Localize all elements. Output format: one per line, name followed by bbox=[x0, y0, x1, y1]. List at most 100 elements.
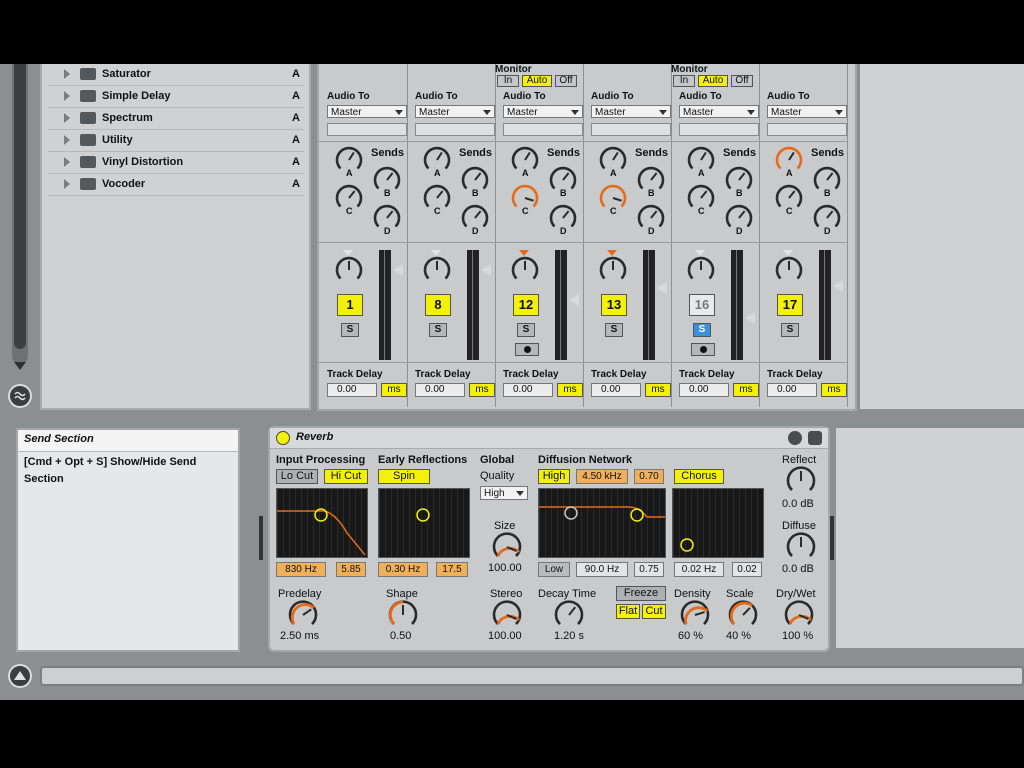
volume-slider-handle[interactable] bbox=[745, 312, 755, 324]
track-delay-unit-toggle[interactable]: ms bbox=[733, 383, 759, 397]
solo-button[interactable]: S bbox=[781, 323, 799, 337]
pan-knob[interactable] bbox=[599, 256, 627, 284]
expand-triangle-icon[interactable] bbox=[64, 179, 70, 189]
track-activator-button[interactable]: 12 bbox=[513, 294, 539, 316]
audio-to-select[interactable]: Master bbox=[415, 105, 495, 118]
monitor-in-button[interactable]: In bbox=[673, 75, 695, 87]
track-delay-input[interactable]: 0.00 bbox=[415, 383, 465, 397]
diffuse-knob[interactable] bbox=[786, 532, 816, 562]
track-delay-input[interactable]: 0.00 bbox=[327, 383, 377, 397]
solo-button[interactable]: S bbox=[517, 323, 535, 337]
browser-toggle-icon[interactable] bbox=[8, 384, 32, 408]
audio-to-channel-select[interactable] bbox=[503, 123, 583, 136]
chorus-freq-value[interactable]: 0.02 Hz bbox=[674, 562, 724, 577]
input-q-value[interactable]: 5.85 bbox=[336, 562, 366, 577]
audio-to-channel-select[interactable] bbox=[327, 123, 407, 136]
dn-high-freq-value[interactable]: 4.50 kHz bbox=[576, 469, 628, 484]
track-delay-unit-toggle[interactable]: ms bbox=[469, 383, 495, 397]
audio-to-select[interactable]: Master bbox=[327, 105, 407, 118]
dn-low-amount-value[interactable]: 0.75 bbox=[634, 562, 664, 577]
solo-button[interactable]: S bbox=[605, 323, 623, 337]
monitor-in-button[interactable]: In bbox=[497, 75, 519, 87]
volume-slider-handle[interactable] bbox=[569, 294, 579, 306]
device-chain-right-handle[interactable] bbox=[830, 516, 834, 560]
track-delay-unit-toggle[interactable]: ms bbox=[557, 383, 583, 397]
scale-knob[interactable] bbox=[728, 600, 758, 630]
expand-triangle-icon[interactable] bbox=[64, 91, 70, 101]
audio-to-select[interactable]: Master bbox=[679, 105, 759, 118]
arm-record-icon[interactable] bbox=[691, 343, 715, 356]
pan-knob[interactable] bbox=[335, 256, 363, 284]
flat-button[interactable]: Flat bbox=[616, 604, 640, 619]
size-knob[interactable] bbox=[492, 532, 522, 562]
list-item[interactable]: Vinyl Distortion A bbox=[48, 153, 304, 174]
dn-high-button[interactable]: High bbox=[538, 469, 570, 484]
audio-to-channel-select[interactable] bbox=[767, 123, 847, 136]
chorus-amount-value[interactable]: 0.02 bbox=[732, 562, 762, 577]
arm-record-icon[interactable] bbox=[515, 343, 539, 356]
pan-knob[interactable] bbox=[687, 256, 715, 284]
device-chain-left-handle[interactable] bbox=[259, 516, 263, 560]
audio-to-select[interactable]: Master bbox=[767, 105, 847, 118]
pan-knob[interactable] bbox=[511, 256, 539, 284]
er-freq-value[interactable]: 0.30 Hz bbox=[378, 562, 428, 577]
density-knob[interactable] bbox=[680, 600, 710, 630]
track-activator-button[interactable]: 1 bbox=[337, 294, 363, 316]
track-delay-input[interactable]: 0.00 bbox=[767, 383, 817, 397]
browser-scroll-thumb[interactable] bbox=[14, 64, 26, 349]
detail-view-toggle-icon[interactable] bbox=[8, 664, 32, 688]
lo-cut-button[interactable]: Lo Cut bbox=[276, 469, 318, 484]
scroll-down-arrow-icon[interactable] bbox=[14, 362, 26, 370]
solo-button[interactable]: S bbox=[341, 323, 359, 337]
dn-low-freq-value[interactable]: 90.0 Hz bbox=[576, 562, 628, 577]
solo-button[interactable]: S bbox=[693, 323, 711, 337]
track-delay-unit-toggle[interactable]: ms bbox=[821, 383, 847, 397]
dry-wet-knob[interactable] bbox=[784, 600, 814, 630]
dn-low-button[interactable]: Low bbox=[538, 562, 570, 577]
monitor-off-button[interactable]: Off bbox=[731, 75, 753, 87]
pan-knob[interactable] bbox=[775, 256, 803, 284]
er-amount-value[interactable]: 17.5 bbox=[436, 562, 468, 577]
decay-time-knob[interactable] bbox=[554, 600, 584, 630]
save-preset-icon[interactable] bbox=[808, 431, 822, 445]
volume-slider-handle[interactable] bbox=[833, 280, 843, 292]
track-delay-input[interactable]: 0.00 bbox=[591, 383, 641, 397]
monitor-auto-button[interactable]: Auto bbox=[698, 75, 728, 87]
expand-triangle-icon[interactable] bbox=[64, 157, 70, 167]
track-activator-button[interactable]: 8 bbox=[425, 294, 451, 316]
list-item[interactable]: Simple Delay A bbox=[48, 87, 304, 108]
early-reflections-graph[interactable] bbox=[378, 488, 470, 558]
volume-slider-handle[interactable] bbox=[657, 282, 667, 294]
input-filter-graph[interactable] bbox=[276, 488, 368, 558]
hi-cut-button[interactable]: Hi Cut bbox=[324, 469, 368, 484]
dn-high-amount-value[interactable]: 0.70 bbox=[634, 469, 664, 484]
track-activator-button[interactable]: 16 bbox=[689, 294, 715, 316]
hot-swap-icon[interactable] bbox=[788, 431, 802, 445]
track-delay-unit-toggle[interactable]: ms bbox=[645, 383, 671, 397]
chorus-graph[interactable] bbox=[672, 488, 764, 558]
audio-to-channel-select[interactable] bbox=[415, 123, 495, 136]
monitor-off-button[interactable]: Off bbox=[555, 75, 577, 87]
pan-knob[interactable] bbox=[423, 256, 451, 284]
expand-triangle-icon[interactable] bbox=[64, 135, 70, 145]
monitor-auto-button[interactable]: Auto bbox=[522, 75, 552, 87]
list-item[interactable]: Utility A bbox=[48, 131, 304, 152]
track-delay-input[interactable]: 0.00 bbox=[679, 383, 729, 397]
track-delay-unit-toggle[interactable]: ms bbox=[381, 383, 407, 397]
track-delay-input[interactable]: 0.00 bbox=[503, 383, 553, 397]
expand-triangle-icon[interactable] bbox=[64, 113, 70, 123]
solo-button[interactable]: S bbox=[429, 323, 447, 337]
quality-select[interactable]: High bbox=[480, 486, 528, 500]
volume-slider-handle[interactable] bbox=[393, 264, 403, 276]
diffusion-network-graph[interactable] bbox=[538, 488, 666, 558]
predelay-knob[interactable] bbox=[288, 600, 318, 630]
list-item[interactable]: Saturator A bbox=[48, 65, 304, 86]
volume-slider-handle[interactable] bbox=[481, 264, 491, 276]
list-item[interactable]: Vocoder A bbox=[48, 175, 304, 196]
freeze-button[interactable]: Freeze bbox=[616, 586, 666, 601]
audio-to-select[interactable]: Master bbox=[503, 105, 583, 118]
list-item[interactable]: Spectrum A bbox=[48, 109, 304, 130]
stereo-knob[interactable] bbox=[492, 600, 522, 630]
track-activator-button[interactable]: 13 bbox=[601, 294, 627, 316]
shape-knob[interactable] bbox=[388, 600, 418, 630]
